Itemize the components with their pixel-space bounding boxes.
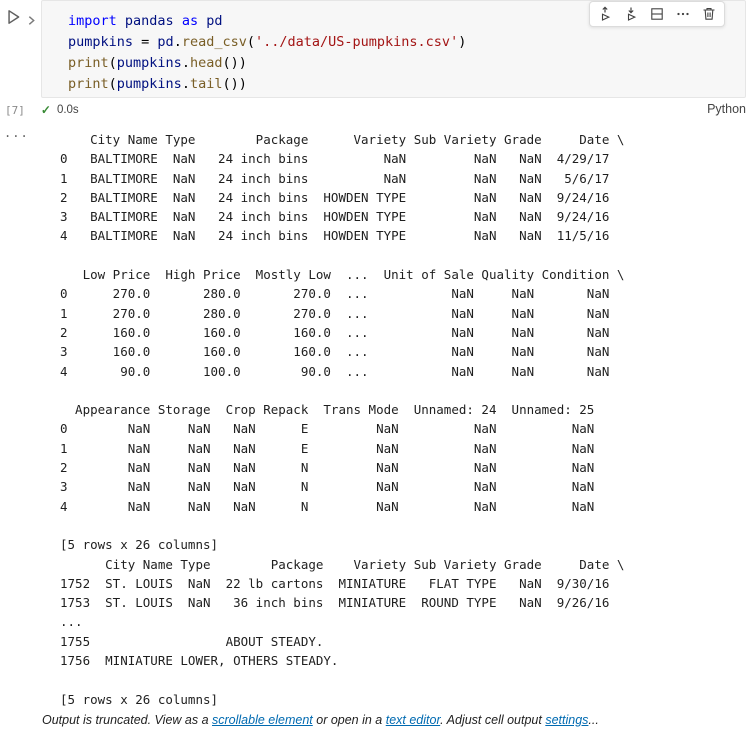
cell-output-text: City Name Type Package Variety Sub Varie…: [60, 132, 625, 707]
code-token: .: [181, 55, 190, 71]
truncation-text: Output is truncated. View as a: [42, 712, 213, 727]
code-token: .: [181, 76, 190, 92]
code-token: read_csv: [181, 34, 247, 50]
code-line[interactable]: print(pumpkins.tail()): [68, 74, 745, 95]
code-token: pandas: [124, 13, 174, 29]
run-above-icon: [601, 6, 611, 21]
success-check-icon: ✓: [40, 103, 51, 117]
delete-icon: [703, 8, 715, 20]
execute-above-button[interactable]: [593, 4, 617, 24]
code-token: pd: [157, 34, 174, 50]
cell-collapse-chevron[interactable]: [26, 13, 38, 25]
run-below-icon: [627, 7, 637, 21]
code-token: pumpkins: [116, 76, 182, 92]
code-token: =: [133, 34, 158, 50]
notebook-cell: import pandas as pd pumpkins = pd.read_cs…: [0, 0, 752, 122]
code-line[interactable]: pumpkins = pd.read_csv('../data/US-pumpk…: [68, 32, 745, 53]
more-actions-icon: [677, 12, 689, 16]
run-cell-button[interactable]: [4, 8, 24, 28]
more-actions-button[interactable]: [671, 4, 695, 24]
code-token: (: [108, 76, 117, 92]
code-token: pumpkins: [116, 55, 182, 71]
execution-duration: 0.0s: [56, 104, 79, 116]
truncation-text: or open in a: [312, 712, 386, 727]
truncation-text: ...: [588, 712, 599, 727]
code-token: (: [108, 55, 117, 71]
code-token: '../data/US-pumpkins.csv': [255, 34, 459, 50]
code-token: as: [181, 13, 199, 29]
code-token: import: [68, 13, 117, 29]
code-token: ()): [222, 55, 247, 71]
split-cell-icon: [651, 8, 663, 20]
code-token: print: [68, 76, 109, 92]
truncation-text: . Adjust cell output: [440, 712, 546, 727]
code-token: head: [189, 55, 223, 71]
code-token: .: [173, 34, 182, 50]
cell-toolbar: [589, 1, 725, 27]
code-token: print: [68, 55, 109, 71]
truncation-link[interactable]: text editor: [386, 713, 440, 727]
execute-below-button[interactable]: [619, 4, 643, 24]
play-icon: [8, 10, 20, 24]
cell-output: ... City Name Type Package Variety Sub V…: [0, 122, 752, 727]
code-line[interactable]: print(pumpkins.head()): [68, 53, 745, 74]
execution-summary: [7] ✓ 0.0s Python: [5, 101, 746, 119]
chevron-right-icon: [28, 16, 35, 25]
cell-language-indicator[interactable]: Python: [707, 102, 746, 116]
code-token: ()): [222, 76, 247, 92]
code-token: pumpkins: [68, 34, 134, 50]
truncation-link[interactable]: settings: [545, 713, 588, 727]
split-cell-button[interactable]: [645, 4, 669, 24]
output-more-actions-button[interactable]: ...: [4, 126, 29, 140]
code-token: pd: [206, 13, 223, 29]
delete-cell-button[interactable]: [697, 4, 721, 24]
truncation-link[interactable]: scrollable element: [212, 713, 313, 727]
code-token: ): [458, 34, 467, 50]
execution-count: [7]: [5, 103, 25, 117]
code-token: tail: [189, 76, 223, 92]
code-token: (: [246, 34, 255, 50]
truncation-notice: Output is truncated. View as a scrollabl…: [0, 709, 752, 727]
